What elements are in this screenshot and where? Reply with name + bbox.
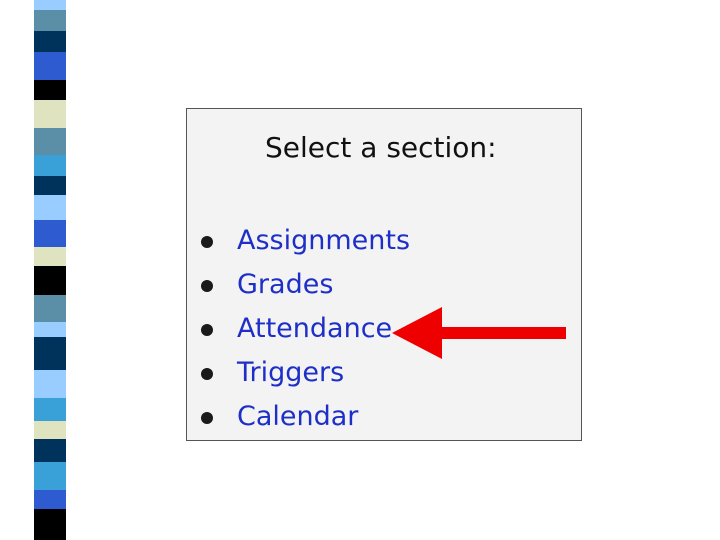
bullet-icon — [201, 280, 213, 292]
link-attendance[interactable]: Attendance — [237, 313, 392, 344]
bullet-icon — [201, 236, 213, 248]
panel-title: Select a section: — [265, 131, 497, 164]
bullet-icon — [201, 412, 213, 424]
section-panel: Select a section: Assignments Grades Att… — [186, 108, 582, 441]
link-triggers[interactable]: Triggers — [237, 357, 344, 388]
red-arrow-icon — [392, 307, 566, 359]
bullet-icon — [201, 324, 213, 336]
slide: Select a section: Assignments Grades Att… — [0, 0, 720, 540]
decorative-stripe — [34, 0, 66, 540]
link-calendar[interactable]: Calendar — [237, 401, 358, 432]
link-assignments[interactable]: Assignments — [237, 225, 410, 256]
bullet-icon — [201, 368, 213, 380]
link-grades[interactable]: Grades — [237, 269, 333, 300]
